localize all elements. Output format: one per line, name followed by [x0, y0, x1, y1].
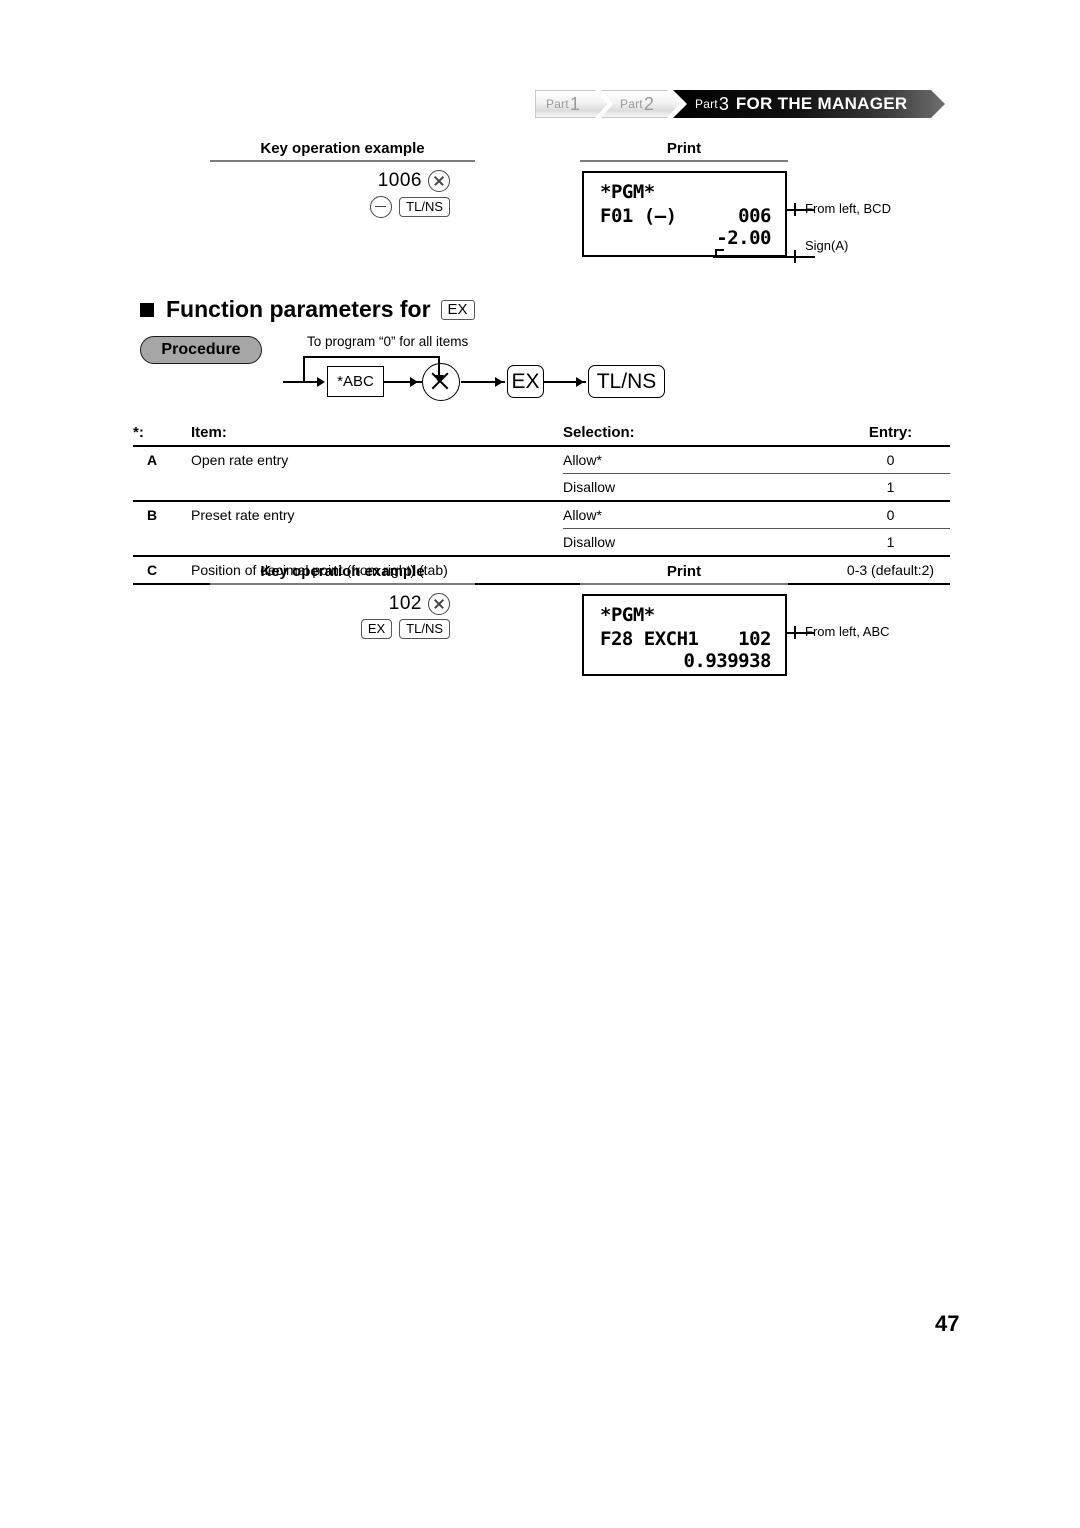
flow-loop-left [303, 356, 305, 382]
banner-title: FOR THE MANAGER [735, 94, 908, 113]
banner-part-3: Part 3 FOR THE MANAGER [673, 90, 945, 118]
table-row: Disallow 1 [133, 473, 950, 502]
leader-line-sign [713, 256, 815, 258]
flow-loop-top [303, 356, 440, 358]
entry-value-bottom: 102 [388, 593, 422, 614]
row-letter-a: A [147, 452, 158, 469]
part-banner: Part 1 Part 2 Part 3 FOR THE MANAGER [535, 90, 945, 118]
row-item-a: Open rate entry [191, 452, 289, 469]
keyops-block-top: 1006 TL/NS [250, 170, 450, 218]
row-item-a-blank [191, 473, 563, 502]
ex-key-bottom[interactable]: EX [360, 619, 393, 639]
heading-ex-key: EX [440, 299, 475, 320]
flow-arrow-ex-to-tl [576, 377, 584, 387]
print-header-top: Print [580, 140, 788, 162]
print-line-2-right-bottom: 102 [738, 628, 771, 650]
procedure-note: To program “0” for all items [307, 334, 469, 349]
table-header-star: *: [133, 424, 191, 447]
table-header-entry: Entry: [831, 424, 950, 447]
section-heading-text: Function parameters for [166, 296, 431, 322]
print-line-2-left-top: F01 (—) [600, 205, 677, 227]
keyops-header-top: Key operation example [210, 140, 475, 162]
print-line-2-right-top: 006 [738, 205, 771, 227]
row-item-b: Preset rate entry [191, 507, 295, 524]
flow-step-tlns-label: TL/NS [596, 369, 657, 393]
flow-step-ex-label: EX [511, 369, 540, 393]
procedure-badge: Procedure [140, 336, 262, 364]
row-selection-b-allow: Allow* [563, 501, 831, 529]
row-selection-a-allow: Allow* [563, 446, 831, 474]
table-header-item: Item: [191, 424, 563, 447]
flow-step-abc: *ABC [327, 366, 384, 397]
banner-part-1: Part 1 [535, 90, 607, 118]
flow-arrow-mult-to-ex [495, 377, 503, 387]
keyops-line-2-bottom: EX TL/NS [250, 619, 450, 639]
banner-part-3-label: Part [695, 97, 718, 111]
print-box-bottom: *PGM* F28 EXCH1 102 0.939938 [582, 594, 787, 676]
flow-arrow-in [317, 377, 325, 387]
banner-part-1-label: Part [546, 97, 569, 111]
circle-minus-icon[interactable] [370, 196, 393, 218]
flow-step-tlns: TL/NS [588, 365, 665, 398]
flow-step-abc-label: *ABC [337, 373, 374, 390]
table-header-selection: Selection: [563, 424, 831, 447]
print-box-top: *PGM* F01 (—) 006 -2.00 [582, 171, 787, 258]
row-entry-a-disallow: 1 [831, 473, 950, 502]
page-number: 47 [935, 1311, 960, 1336]
flow-line-in [283, 381, 319, 383]
row-entry-b-disallow: 1 [831, 528, 950, 557]
keyops-line-1-bottom: 102 [250, 593, 450, 615]
keyops-line-1-top: 1006 [250, 170, 450, 192]
banner-part-2-number: 2 [643, 93, 654, 114]
tl-ns-key-top[interactable]: TL/NS [399, 197, 450, 217]
circle-x-icon[interactable] [428, 170, 450, 192]
table-header-row: *: Item: Selection: Entry: [133, 424, 950, 447]
multiply-circle-icon [422, 363, 460, 401]
annotation-abc: From left, ABC [805, 624, 890, 639]
leader-tick-sign [794, 250, 796, 263]
table-row: A Open rate entry Allow* 0 [133, 446, 950, 474]
banner-part-2: Part 2 [601, 90, 679, 118]
print-line-1-bottom: *PGM* [600, 604, 655, 626]
circle-x-icon[interactable] [428, 593, 450, 615]
row-entry-c: 0-3 (default:2) [831, 556, 950, 585]
square-bullet-icon [140, 302, 154, 317]
keyops-header-bottom: Key operation example [210, 563, 475, 585]
flow-step-ex: EX [507, 365, 544, 398]
flow-arrow-abc-to-mult [410, 377, 418, 387]
keyops-block-bottom: 102 EX TL/NS [250, 593, 450, 639]
row-entry-b-allow: 0 [831, 501, 950, 529]
section-heading: Function parameters for EX [140, 296, 475, 323]
leader-tick-abc [794, 626, 796, 639]
row-letter-b: B [147, 507, 158, 524]
manual-page: Part 1 Part 2 Part 3 FOR THE MANAGER Key op… [0, 0, 1080, 1528]
row-letter-a-blank [133, 473, 191, 502]
print-line-3-top: -2.00 [716, 227, 771, 249]
banner-part-3-number: 3 [718, 93, 729, 114]
print-line-1-top: *PGM* [600, 181, 655, 203]
banner-part-1-number: 1 [569, 93, 580, 114]
tl-ns-key-bottom[interactable]: TL/NS [399, 619, 450, 639]
row-letter-b-blank [133, 528, 191, 557]
entry-value-top: 1006 [377, 170, 422, 191]
print-header-bottom: Print [580, 563, 788, 585]
banner-part-2-label: Part [620, 97, 643, 111]
print-line-3-bottom: 0.939938 [683, 650, 771, 672]
row-letter-c: C [133, 556, 191, 585]
table-row: B Preset rate entry Allow* 0 [133, 501, 950, 529]
sign-tick-horizontal [715, 249, 724, 251]
annotation-sign: Sign(A) [805, 238, 849, 253]
row-entry-a-allow: 0 [831, 446, 950, 474]
annotation-bcd: From left, BCD [805, 201, 891, 216]
row-item-b-blank [191, 528, 563, 557]
row-selection-a-disallow: Disallow [563, 473, 831, 502]
print-line-2-left-bottom: F28 EXCH1 [600, 628, 699, 650]
leader-tick-bcd [794, 203, 796, 216]
table-row: Disallow 1 [133, 528, 950, 557]
row-selection-b-disallow: Disallow [563, 528, 831, 557]
keyops-line-2-top: TL/NS [250, 196, 450, 218]
parameters-table: *: Item: Selection: Entry: A Open rate e… [133, 424, 950, 585]
